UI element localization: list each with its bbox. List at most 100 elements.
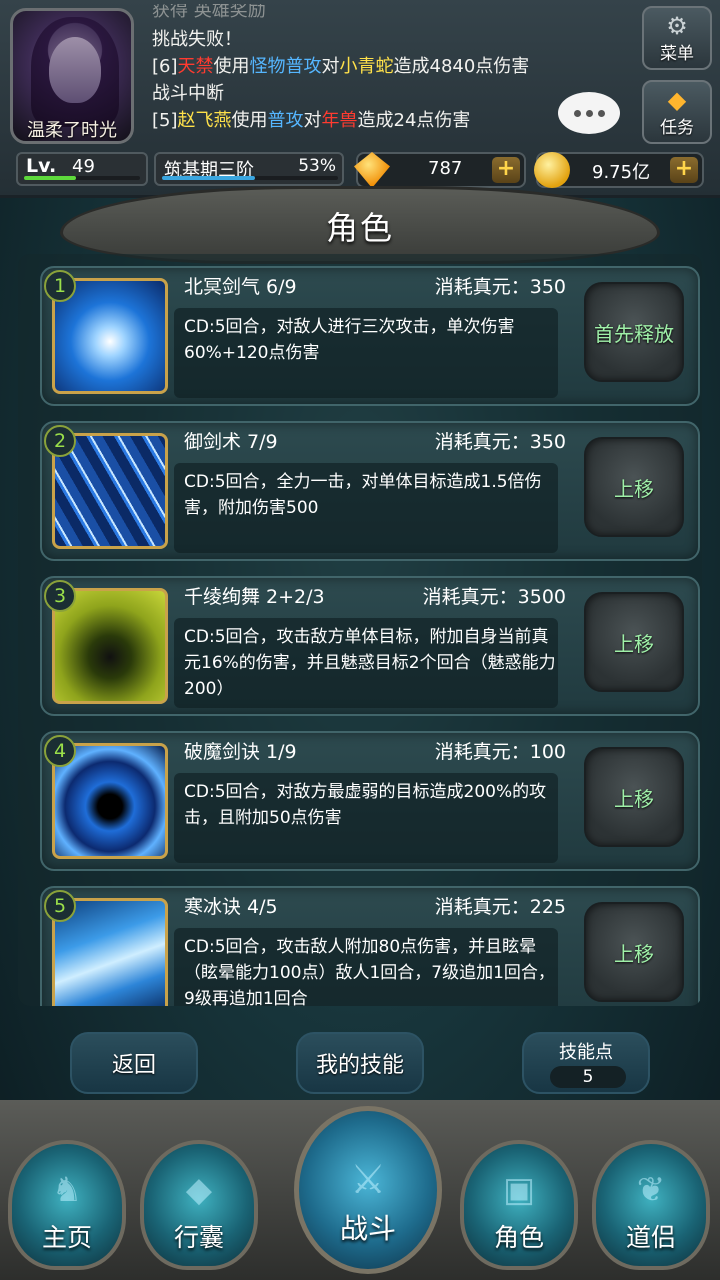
skill-points-display: 技能点 5	[522, 1032, 650, 1094]
chat-dot-icon	[597, 109, 605, 117]
stage-progress-fill	[162, 176, 256, 180]
battle-log-line: 战斗中断	[152, 80, 592, 107]
menu-button[interactable]: ⚙ 菜单	[642, 6, 712, 70]
sword-icon: ⚔	[350, 1157, 386, 1203]
move-up-button[interactable]: 上移	[584, 747, 684, 847]
nav-battle[interactable]: ⚔ 战斗	[294, 1106, 442, 1274]
skills-panel[interactable]: 1 北冥剑气 6/9 消耗真元：350 CD:5回合，对敌人进行三次攻击，单次伤害60…	[18, 254, 702, 1006]
battle-log-line: 挑战失败！	[152, 26, 592, 53]
skill-card[interactable]: 1 北冥剑气 6/9 消耗真元：350 CD:5回合，对敌人进行三次攻击，单次伤害60…	[40, 266, 700, 406]
skill-card[interactable]: 5 寒冰诀 4/5 消耗真元：225 CD:5回合，攻击敌人附加80点伤害，并且眩晕（…	[40, 886, 700, 1006]
battle-log-segment: [6]	[152, 56, 178, 77]
skill-order-number: 5	[44, 890, 76, 922]
skill-description: CD:5回合，全力一击，对单体目标造成1.5倍伤害，附加伤害500	[184, 472, 542, 518]
gem-currency: 787 +	[354, 152, 526, 188]
nav-battle-label: 战斗	[339, 1212, 396, 1245]
skill-name: 千绫绚舞 2+2/3	[184, 586, 325, 608]
battle-log-segment: 挑战失败！	[152, 29, 242, 50]
battle-log-segment: 使用	[231, 110, 268, 131]
crystal-icon: ◆	[185, 1170, 213, 1210]
chat-dot-icon	[585, 109, 593, 117]
skill-name: 北冥剑气 6/9	[184, 276, 297, 298]
battle-log-segment: 对	[303, 110, 322, 131]
helmet-icon: ♞	[51, 1170, 83, 1210]
skill-card[interactable]: 3 千绫绚舞 2+2/3 消耗真元：3500 CD:5回合，攻击敌方单体目标，附加自身…	[40, 576, 700, 716]
skill-cost: 消耗真元：225	[434, 896, 566, 918]
skill-order-number: 1	[44, 270, 76, 302]
chat-button[interactable]	[558, 92, 620, 134]
skill-description: CD:5回合，攻击敌人附加80点伤害，并且眩晕（眩晕能力100点）敌人1回合，7…	[184, 937, 555, 1006]
battle-log-segment: 使用	[213, 56, 250, 77]
avatar-face	[49, 37, 101, 103]
skill-name: 破魔剑诀 1/9	[184, 741, 297, 763]
player-name: 温柔了时光	[27, 120, 117, 141]
nav-bag[interactable]: ◆ 行囊	[140, 1140, 258, 1270]
battle-log-faded-line: 获得 英雄奖励	[152, 4, 266, 21]
battle-log-segment: 赵飞燕	[177, 110, 232, 131]
back-button[interactable]: 返回	[70, 1032, 198, 1094]
top-header: 温柔了时光 获得 英雄奖励 挑战失败！ [6]天禁使用怪物普攻对小青蛇造成4840…	[0, 0, 720, 198]
quest-gem-icon: ◆	[667, 86, 687, 114]
skill-order-number: 2	[44, 425, 76, 457]
nav-companion-label: 道侣	[625, 1223, 676, 1252]
my-skills-button[interactable]: 我的技能	[296, 1032, 424, 1094]
chest-icon: ▣	[502, 1170, 536, 1210]
battle-log-segment: 造成24点伤害	[357, 110, 471, 131]
skill-name: 寒冰诀 4/5	[184, 896, 278, 918]
skill-card[interactable]: 4 破魔剑诀 1/9 消耗真元：100 CD:5回合，对敌方最虚弱的目标造成200%的…	[40, 731, 700, 871]
level-bar: Lv. 49	[16, 152, 148, 186]
battle-log-segment: 战斗中断	[152, 83, 224, 104]
add-gold-button[interactable]: +	[670, 157, 698, 183]
page-title: 角色	[325, 209, 394, 247]
chat-dot-icon	[573, 109, 581, 117]
level-value: 49	[72, 156, 95, 177]
nav-home-label: 主页	[41, 1223, 92, 1252]
cast-first-button[interactable]: 首先释放	[584, 282, 684, 382]
skill-cost: 消耗真元：3500	[422, 586, 566, 608]
battle-log-segment: 天禁	[177, 56, 214, 77]
battle-log-line: [5]赵飞燕使用普攻对年兽造成24点伤害	[152, 107, 592, 134]
gem-amount: 787	[428, 158, 463, 179]
skill-description: CD:5回合，对敌方最虚弱的目标造成200%的攻击，且附加50点伤害	[184, 782, 547, 828]
gear-icon: ⚙	[666, 12, 688, 40]
nav-companion[interactable]: ❦ 道侣	[592, 1140, 710, 1270]
move-up-button[interactable]: 上移	[584, 437, 684, 537]
cultivation-stage-bar: 筑基期三阶 53%	[154, 152, 344, 186]
skill-description: CD:5回合，对敌人进行三次攻击，单次伤害60%+120点伤害	[184, 317, 515, 363]
task-button[interactable]: ◆ 任务	[642, 80, 712, 144]
skill-order-number: 4	[44, 735, 76, 767]
battle-log-segment: 怪物普攻	[249, 56, 322, 77]
skill-points-label: 技能点	[559, 1042, 613, 1063]
task-button-label: 任务	[660, 118, 694, 138]
skill-cost: 消耗真元：100	[434, 741, 566, 763]
nav-role-label: 角色	[493, 1223, 544, 1252]
xp-progress	[24, 176, 140, 180]
gold-amount: 9.75亿	[592, 162, 651, 183]
add-gems-button[interactable]: +	[492, 157, 520, 183]
stage-progress	[162, 176, 338, 180]
skill-card[interactable]: 2 御剑术 7/9 消耗真元：350 CD:5回合，全力一击，对单体目标造成1.5倍伤…	[40, 421, 700, 561]
nav-bag-label: 行囊	[173, 1223, 224, 1252]
move-up-button[interactable]: 上移	[584, 902, 684, 1002]
dragon-icon: ❦	[636, 1170, 666, 1210]
battle-log-segment: 年兽	[321, 110, 358, 131]
battle-log-segment: 造成4840点伤害	[393, 56, 530, 77]
nav-role[interactable]: ▣ 角色	[460, 1140, 578, 1270]
skill-cost: 消耗真元：350	[434, 276, 566, 298]
skill-cost: 消耗真元：350	[434, 431, 566, 453]
battle-log-segment: [5]	[152, 110, 178, 131]
nav-home[interactable]: ♞ 主页	[8, 1140, 126, 1270]
gem-icon	[354, 152, 390, 188]
move-up-button[interactable]: 上移	[584, 592, 684, 692]
skill-description: CD:5回合，攻击敌方单体目标，附加自身当前真元16%的伤害，并且魅惑目标2个回…	[184, 627, 556, 699]
gold-currency: 9.75亿 +	[534, 152, 704, 188]
battle-log: 获得 英雄奖励 挑战失败！ [6]天禁使用怪物普攻对小青蛇造成4840点伤害 战斗中…	[152, 4, 592, 144]
menu-button-label: 菜单	[660, 44, 694, 64]
battle-log-segment: 对	[321, 56, 340, 77]
skill-order-number: 3	[44, 580, 76, 612]
gold-coin-icon	[534, 152, 570, 188]
skill-points-value: 5	[550, 1066, 626, 1088]
battle-log-lines: 挑战失败！ [6]天禁使用怪物普攻对小青蛇造成4840点伤害 战斗中断 [5]赵飞燕使…	[152, 26, 592, 134]
stage-percent: 53%	[298, 156, 336, 176]
battle-log-segment: 小青蛇	[339, 56, 394, 77]
